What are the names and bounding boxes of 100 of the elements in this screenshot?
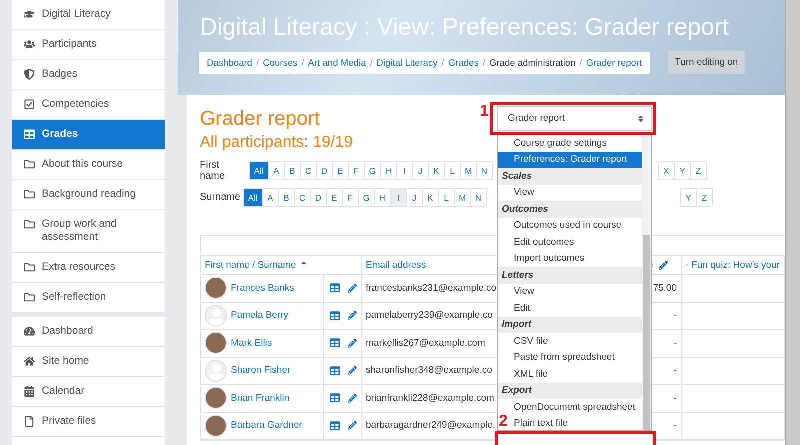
email-cell: markellis267@example.com [366, 338, 486, 349]
student-name-link[interactable]: Pamela Berry [231, 310, 289, 322]
gauge-icon [24, 325, 36, 338]
letter-filter[interactable]: X [658, 161, 675, 180]
breadcrumb-link[interactable]: Art and Media [308, 58, 366, 68]
column-header[interactable]: First name / Surname [201, 256, 362, 274]
breadcrumb-separator: / [482, 58, 486, 68]
breadcrumb-separator: / [370, 58, 373, 68]
letter-filter[interactable]: L [444, 161, 461, 180]
breadcrumb-link[interactable]: Courses [263, 58, 298, 68]
letter-filter[interactable]: N [476, 161, 493, 180]
letter-filter[interactable]: J [412, 161, 429, 180]
home-icon [24, 355, 36, 368]
pencil-icon[interactable] [348, 366, 357, 376]
breadcrumb-link[interactable]: Grades [448, 58, 479, 68]
letter-filter[interactable]: A [268, 161, 285, 180]
breadcrumb-text: Grade administration [489, 58, 576, 68]
letter-filter[interactable]: K [428, 161, 445, 180]
letter-filter[interactable]: E [332, 161, 349, 180]
letter-filter[interactable]: All [249, 161, 269, 180]
letter-filter[interactable]: Z [690, 161, 707, 180]
table-icon[interactable] [330, 310, 340, 321]
email-cell: brianfrankli228@example.com [366, 392, 494, 404]
file-icon [24, 415, 36, 428]
pencil-icon[interactable] [348, 394, 357, 403]
table-icon[interactable] [330, 366, 340, 376]
menu-scrollbar[interactable] [642, 135, 651, 430]
breadcrumb-separator: / [302, 58, 304, 68]
letter-filter[interactable]: G [364, 161, 381, 180]
graduation-cap-icon [24, 8, 36, 21]
sidebar-item[interactable]: Grades [12, 120, 165, 150]
letter-filter[interactable]: L [438, 188, 455, 207]
letter-filter[interactable]: D [310, 188, 327, 207]
folder-icon [24, 291, 36, 304]
menu-group-label: Import [498, 316, 642, 333]
student-name-link[interactable]: Sharon Fisher [231, 365, 291, 376]
grade-cell: - [674, 392, 677, 404]
step-number: 2 [499, 414, 508, 430]
folder-icon [24, 261, 36, 274]
grade-cell: - [674, 365, 677, 376]
table-icon[interactable] [330, 338, 340, 348]
breadcrumb-separator: / [580, 58, 582, 68]
letter-filter[interactable]: N [470, 188, 487, 207]
scrollbar[interactable] [785, 0, 800, 445]
student-name-link[interactable]: Barbara Gardner [231, 420, 302, 432]
student-name-link[interactable]: Frances Banks [231, 282, 294, 294]
menu-option[interactable]: Preferences: Grader report [498, 152, 642, 168]
pencil-icon[interactable] [348, 421, 357, 430]
filter-label: Surname [200, 192, 240, 203]
letter-filter[interactable]: M [454, 188, 471, 207]
letter-filter[interactable]: J [406, 188, 423, 207]
letter-filter[interactable]: C [294, 188, 311, 207]
letter-filter[interactable]: E [326, 188, 343, 207]
table-icon [24, 128, 36, 141]
step-number: 1 [480, 104, 489, 120]
shield-icon [24, 68, 36, 81]
letter-filter[interactable]: C [300, 161, 317, 180]
letter-filter[interactable]: F [342, 188, 359, 207]
pencil-icon[interactable] [348, 311, 357, 320]
email-cell: sharonfisher348@example.co [366, 365, 492, 376]
email-cell: pamelaberry239@example.co [366, 310, 493, 322]
people-icon [24, 38, 36, 51]
letter-filter[interactable]: All [243, 188, 263, 207]
letter-filter[interactable]: M [460, 161, 477, 180]
table-icon[interactable] [330, 420, 340, 431]
letter-filter[interactable]: Y [674, 161, 691, 180]
letter-filter[interactable]: Z [696, 188, 713, 207]
report-title: Grader report [200, 107, 320, 131]
participants-count: All participants: 19/19 [200, 133, 353, 153]
letter-filter[interactable]: B [278, 188, 295, 207]
report-select[interactable]: Grader report [497, 106, 652, 131]
table-icon[interactable] [330, 283, 340, 294]
letter-filter[interactable]: F [348, 161, 365, 180]
breadcrumb-link[interactable]: Grader report [586, 58, 642, 68]
breadcrumb-link[interactable]: Digital Literacy [376, 58, 438, 68]
letter-filter[interactable]: I [396, 161, 413, 180]
menu-group-label: Outcomes [498, 201, 642, 218]
letter-filter[interactable]: A [262, 188, 279, 207]
turn-editing-on-button[interactable]: Turn editing on [668, 51, 746, 74]
letter-filter[interactable]: B [284, 161, 301, 180]
menu-group-label: Export [498, 382, 642, 399]
letter-filter[interactable]: H [374, 188, 391, 207]
pencil-icon[interactable] [348, 338, 357, 348]
student-name-link[interactable]: Brian Franklin [231, 392, 290, 404]
pencil-icon[interactable] [348, 284, 357, 293]
pencil-icon[interactable] [659, 260, 668, 270]
letter-filter[interactable]: G [358, 188, 375, 207]
letter-filter[interactable]: D [316, 161, 333, 180]
breadcrumb-link[interactable]: Dashboard [207, 58, 252, 68]
letter-filter[interactable]: H [380, 161, 397, 180]
table-icon[interactable] [330, 393, 340, 404]
folder-icon [24, 158, 36, 171]
calendar-icon [24, 385, 36, 398]
grade-cell: 75.00 [653, 282, 677, 294]
letter-filter[interactable]: Y [680, 188, 697, 207]
letter-filter[interactable]: K [422, 188, 439, 207]
student-name-link[interactable]: Mark Ellis [231, 338, 272, 349]
grade-cell: - [674, 310, 677, 322]
email-cell: francesbanks231@example.co [366, 282, 497, 294]
letter-filter[interactable]: I [390, 188, 407, 207]
